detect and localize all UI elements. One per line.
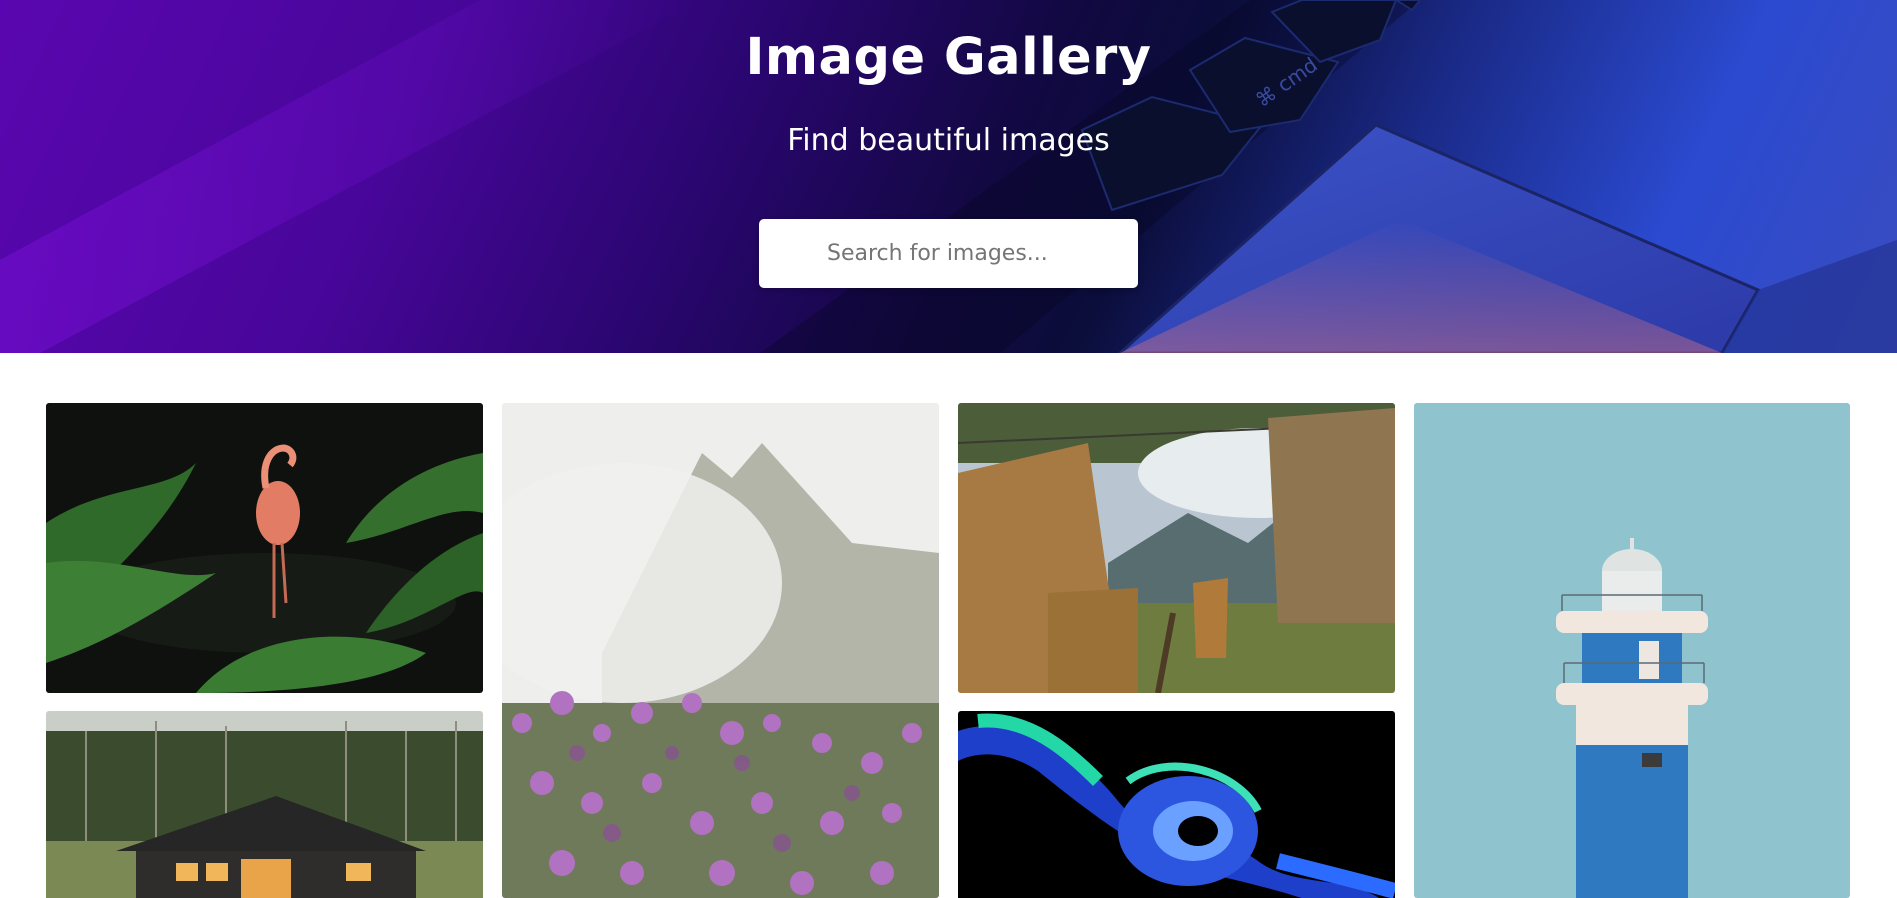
hero-banner: ⌘ cmd Image Gallery Find beautiful image… [0, 0, 1897, 353]
gallery-image-cabin[interactable] [46, 711, 483, 898]
gallery-image-lighthouse[interactable] [1414, 403, 1850, 898]
lighthouse-image [1414, 403, 1850, 898]
cabin-image [46, 711, 483, 898]
swirl-image [958, 711, 1395, 898]
flamingo-image [46, 403, 483, 693]
search-input[interactable] [759, 219, 1138, 288]
mountain-flowers-image [502, 403, 939, 898]
page-subtitle: Find beautiful images [787, 123, 1110, 158]
laundry-image [958, 403, 1395, 693]
gallery-image-flamingo[interactable] [46, 403, 483, 693]
search-bar [759, 219, 1138, 288]
image-gallery [0, 353, 1897, 898]
gallery-image-laundry-line[interactable] [958, 403, 1395, 693]
gallery-image-misty-mountain-flowers[interactable] [502, 403, 939, 898]
page-title: Image Gallery [745, 28, 1152, 87]
gallery-image-blue-swirl[interactable] [958, 711, 1395, 898]
